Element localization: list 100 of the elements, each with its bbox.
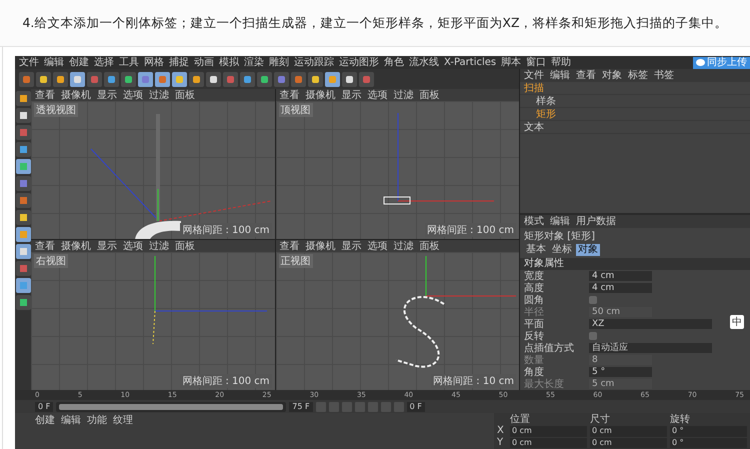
menu-item[interactable]: 捕捉: [169, 56, 189, 69]
range-slider-fill[interactable]: [59, 404, 284, 410]
toolbar-icon[interactable]: [155, 72, 170, 86]
menu-item[interactable]: 脚本: [501, 56, 522, 69]
viewport-menu-item[interactable]: 过滤: [394, 88, 414, 102]
toolbar-icon[interactable]: [342, 72, 357, 86]
viewport-menu-item[interactable]: 查看: [280, 88, 300, 102]
menu-item[interactable]: 帮助: [551, 56, 572, 69]
menu-item[interactable]: 窗口: [526, 56, 546, 69]
menu-item[interactable]: 运动图形: [339, 56, 379, 69]
attribute-tab[interactable]: 坐标: [550, 244, 574, 256]
viewport-menu-item[interactable]: 显示: [342, 88, 362, 102]
viewport-menu-item[interactable]: 面板: [420, 88, 440, 102]
material-menu-item[interactable]: 纹理: [113, 414, 133, 427]
menu-item[interactable]: 渲染: [244, 56, 264, 69]
viewport-menu-item[interactable]: 过滤: [394, 240, 414, 252]
toolbar-icon[interactable]: [206, 72, 221, 86]
number-field[interactable]: 4 cm: [589, 271, 652, 281]
menu-item[interactable]: 选择: [94, 56, 114, 69]
tool-icon[interactable]: [16, 142, 30, 157]
panel-menu-item[interactable]: 书签: [654, 69, 674, 82]
viewport-menu-item[interactable]: 显示: [97, 88, 117, 102]
panel-menu-item[interactable]: 编辑: [550, 69, 570, 82]
viewport[interactable]: 正视图 网格间距 : 10 cm: [276, 252, 519, 390]
viewport[interactable]: 顶视图 网格间距 : 100 cm: [276, 101, 519, 239]
toolbar-icon[interactable]: [53, 72, 68, 86]
viewport-menu-item[interactable]: 摄像机: [306, 88, 336, 102]
tool-icon[interactable]: [16, 244, 30, 259]
material-menu-item[interactable]: 编辑: [61, 414, 81, 427]
viewport-menu-item[interactable]: 过滤: [149, 88, 169, 102]
viewport-menu-item[interactable]: 查看: [280, 240, 300, 252]
menu-item[interactable]: 创建: [69, 56, 89, 69]
dropdown-field[interactable]: 自动适应: [589, 343, 712, 353]
viewport-menu-item[interactable]: 查看: [35, 240, 55, 252]
menu-item[interactable]: 角色: [384, 56, 404, 69]
menu-item[interactable]: 编辑: [44, 56, 64, 69]
viewport-menu-item[interactable]: 选项: [368, 88, 388, 102]
panel-menu-item[interactable]: 对象: [602, 69, 622, 82]
toolbar-icon[interactable]: [240, 72, 255, 86]
viewport[interactable]: 右视图 网格间距 : 100 cm: [31, 252, 274, 390]
toolbar-icon[interactable]: [257, 72, 272, 86]
viewport-menu-item[interactable]: 面板: [175, 88, 195, 102]
tool-icon[interactable]: [16, 159, 30, 174]
object-tree-item[interactable]: 矩形: [536, 107, 556, 121]
coordinate-field[interactable]: 0 °: [670, 426, 747, 437]
viewport-menu-item[interactable]: 选项: [123, 88, 143, 102]
attribute-tab[interactable]: 基本: [524, 244, 548, 256]
menu-item[interactable]: 工具: [119, 56, 139, 69]
toolbar-icon[interactable]: [189, 72, 204, 86]
current-frame-field[interactable]: 0 F: [35, 402, 54, 412]
menu-item[interactable]: 动画: [194, 56, 214, 69]
coordinate-field[interactable]: 0 cm: [590, 426, 667, 437]
toolbar-icon[interactable]: [70, 72, 85, 86]
panel-menu-item[interactable]: 标签: [628, 69, 648, 82]
coordinate-field[interactable]: 0 cm: [510, 438, 587, 448]
object-tree-item[interactable]: 文本: [524, 120, 544, 134]
panel-menu-item[interactable]: 编辑: [550, 215, 570, 228]
checkbox[interactable]: [589, 332, 597, 340]
viewport-menu-item[interactable]: 面板: [175, 240, 195, 252]
viewport-menu-item[interactable]: 选项: [123, 240, 143, 252]
panel-menu-item[interactable]: 模式: [524, 215, 544, 228]
material-menu-item[interactable]: 功能: [87, 414, 107, 427]
menu-item[interactable]: 流水线: [409, 56, 439, 69]
object-tree-item[interactable]: 扫描: [524, 81, 544, 95]
coordinate-field[interactable]: 0 cm: [510, 426, 587, 437]
viewport-menu-item[interactable]: 摄像机: [61, 88, 91, 102]
toolbar-icon[interactable]: [121, 72, 136, 86]
attribute-tab[interactable]: 对象: [576, 244, 600, 256]
tool-icon[interactable]: [16, 91, 30, 106]
object-tree-item[interactable]: 样条: [536, 94, 556, 108]
viewport-menu-item[interactable]: 选项: [368, 240, 388, 252]
viewport-menu-item[interactable]: 面板: [420, 240, 440, 252]
toolbar-icon[interactable]: [138, 72, 153, 86]
panel-menu-item[interactable]: 文件: [524, 69, 544, 82]
end-frame-field[interactable]: 75 F: [289, 402, 313, 412]
tool-icon[interactable]: [16, 210, 30, 225]
panel-menu-item[interactable]: 查看: [576, 69, 596, 82]
toolbar-icon[interactable]: [325, 72, 340, 86]
checkbox[interactable]: [589, 296, 597, 304]
tool-icon[interactable]: [16, 227, 30, 242]
menu-item[interactable]: 模拟: [219, 56, 239, 69]
panel-menu-item[interactable]: 用户数据: [576, 215, 616, 228]
menu-item[interactable]: 运动跟踪: [294, 56, 334, 69]
viewport-menu-item[interactable]: 查看: [35, 88, 55, 102]
tool-icon[interactable]: [16, 108, 30, 123]
viewport[interactable]: 透视视图 网格间距 : 100 cm: [31, 101, 274, 239]
menu-item[interactable]: X-Particles: [444, 56, 496, 69]
menu-item[interactable]: 雕刻: [269, 56, 289, 69]
number-field[interactable]: 5 °: [589, 367, 652, 377]
material-menu-item[interactable]: 创建: [35, 414, 55, 427]
dropdown-field[interactable]: XZ: [589, 319, 712, 329]
number-field[interactable]: 4 cm: [589, 283, 652, 293]
toolbar-icon[interactable]: [172, 72, 187, 86]
menu-item[interactable]: 文件: [19, 56, 39, 69]
toolbar-icon[interactable]: [36, 72, 51, 86]
tool-icon[interactable]: [16, 278, 30, 293]
coordinate-field[interactable]: 0 °: [670, 438, 747, 448]
tool-icon[interactable]: [16, 295, 30, 310]
toolbar-icon[interactable]: [104, 72, 119, 86]
start-frame-field[interactable]: 0 F: [406, 402, 425, 412]
